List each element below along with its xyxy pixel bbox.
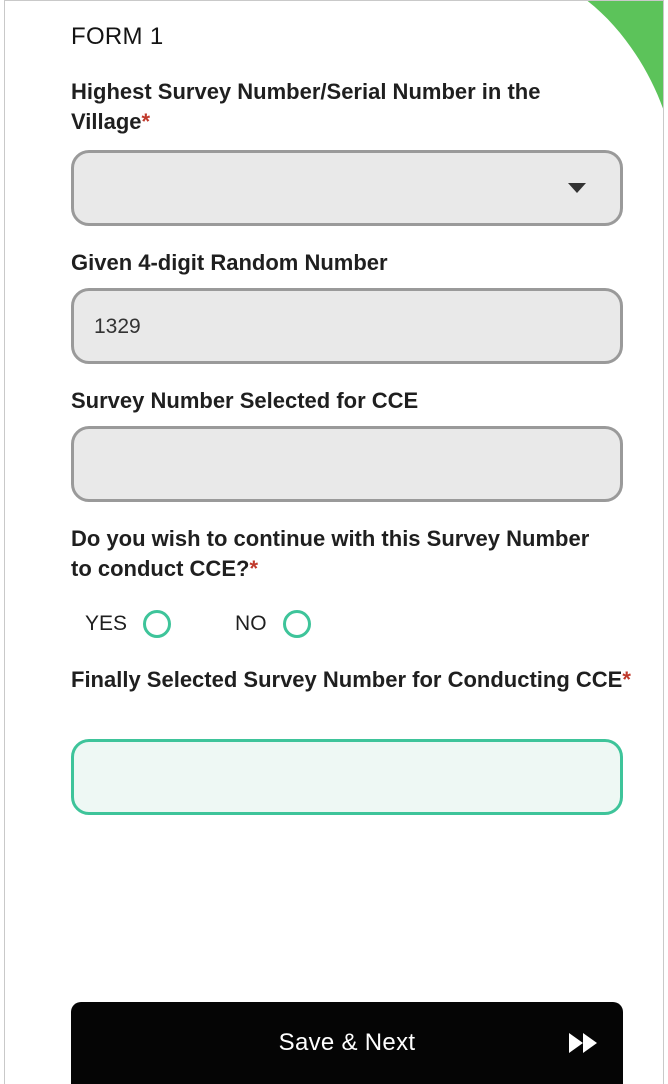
radio-yes-label: YES: [85, 612, 128, 635]
page-title: FORM 1: [71, 23, 164, 50]
required-mark: *: [141, 109, 151, 134]
continue-radio-group: YES NO: [85, 606, 375, 642]
selected-survey-number-field[interactable]: [71, 426, 623, 502]
final-survey-number-label: Finally Selected Survey Number for Condu…: [71, 665, 631, 695]
radio-no-button[interactable]: [282, 610, 311, 638]
save-next-label: Save & Next: [278, 1029, 416, 1056]
chevron-down-icon: [568, 183, 586, 193]
radio-no-label: NO: [235, 612, 267, 635]
random-number-field[interactable]: 1329: [71, 288, 623, 364]
required-mark: *: [622, 667, 631, 692]
random-number-value: 1329: [94, 315, 141, 338]
form-screen: FORM 1 Highest Survey Number/Serial Numb…: [4, 0, 664, 1084]
continue-question-label-text: Do you wish to continue with this Survey…: [71, 526, 590, 581]
radio-option-yes[interactable]: YES: [85, 610, 172, 638]
final-survey-number-label-text: Finally Selected Survey Number for Condu…: [71, 667, 623, 692]
fast-forward-icon: [569, 1033, 597, 1053]
radio-yes-button[interactable]: [143, 610, 172, 638]
random-number-label: Given 4-digit Random Number: [71, 248, 388, 278]
selected-survey-number-label: Survey Number Selected for CCE: [71, 386, 418, 416]
selected-survey-number-label-text: Survey Number Selected for CCE: [71, 388, 419, 413]
random-number-label-text: Given 4-digit Random Number: [71, 250, 388, 275]
final-survey-number-field[interactable]: [71, 739, 623, 815]
highest-survey-number-label: Highest Survey Number/Serial Number in t…: [71, 77, 611, 137]
continue-question-label: Do you wish to continue with this Survey…: [71, 524, 591, 584]
radio-option-no[interactable]: NO: [235, 610, 311, 638]
save-next-button[interactable]: Save & Next: [71, 1002, 623, 1084]
required-mark: *: [249, 556, 258, 581]
highest-survey-number-dropdown[interactable]: [71, 150, 623, 226]
